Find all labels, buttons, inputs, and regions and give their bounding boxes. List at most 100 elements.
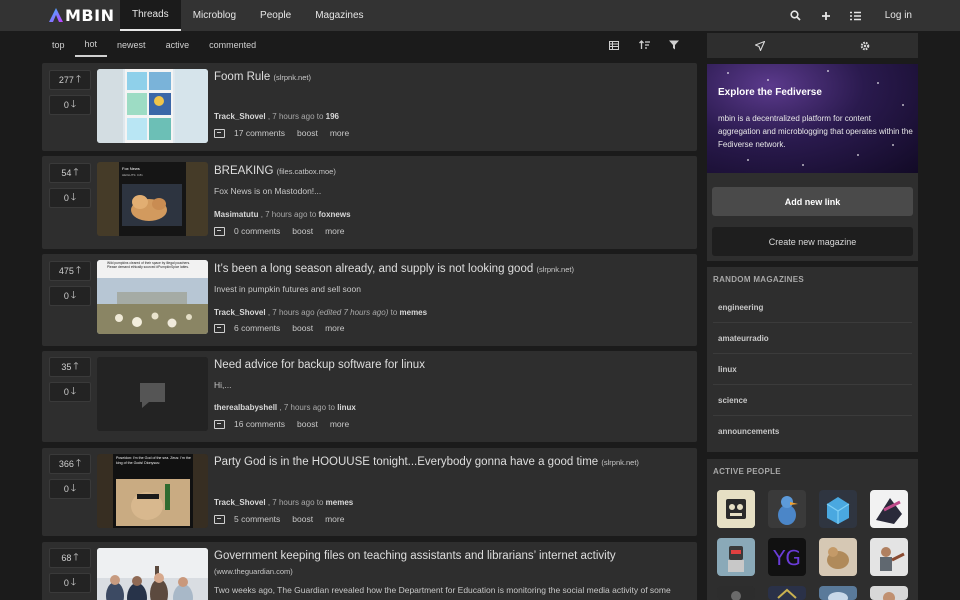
- sidebar-top-bar: [707, 33, 918, 58]
- create-magazine-button[interactable]: Create new magazine: [712, 227, 913, 256]
- post-title[interactable]: Government keeping files on teaching ass…: [214, 550, 616, 562]
- sort-commented[interactable]: commented: [199, 33, 266, 57]
- avatar[interactable]: [870, 490, 908, 528]
- post-thumbnail[interactable]: [97, 357, 208, 431]
- logo[interactable]: MBIN: [48, 5, 114, 25]
- post-title[interactable]: BREAKING (files.catbox.moe): [214, 165, 336, 177]
- login-link[interactable]: Log in: [871, 10, 960, 21]
- comments-link[interactable]: 16 comments: [234, 419, 285, 429]
- boost-button[interactable]: boost: [297, 128, 318, 138]
- magazine-link[interactable]: linux: [713, 354, 912, 385]
- upvote-button[interactable]: 35 🡑: [49, 357, 91, 377]
- post-thumbnail[interactable]: Poseidon: I'm the God of the sea. Zeus: …: [97, 454, 208, 528]
- avatar[interactable]: [768, 586, 806, 600]
- comments-link[interactable]: 17 comments: [234, 128, 285, 138]
- post-title-text[interactable]: Foom Rule: [214, 71, 270, 83]
- post-author[interactable]: therealbabyshell: [214, 403, 277, 412]
- post-title-text[interactable]: Need advice for backup software for linu…: [214, 359, 425, 371]
- post-title-text[interactable]: It’s been a long season already, and sup…: [214, 263, 533, 275]
- view-icon[interactable]: [599, 40, 629, 50]
- downvote-button[interactable]: 0 🡓: [49, 95, 91, 115]
- post-magazine[interactable]: 196: [326, 112, 339, 121]
- search-icon[interactable]: [781, 0, 811, 31]
- avatar[interactable]: [819, 586, 857, 600]
- sort-active[interactable]: active: [156, 33, 200, 57]
- list-icon[interactable]: [841, 0, 871, 31]
- upvote-button[interactable]: 68 🡑: [49, 548, 91, 568]
- send-icon[interactable]: [707, 33, 813, 58]
- post-domain[interactable]: (www.theguardian.com): [214, 567, 293, 576]
- sort-top[interactable]: top: [42, 33, 75, 57]
- post-author[interactable]: Track_Shovel: [214, 112, 266, 121]
- post-title[interactable]: It’s been a long season already, and sup…: [214, 263, 574, 275]
- post-title[interactable]: Party God is in the HOOUUSE tonight...Ev…: [214, 456, 639, 468]
- comments-link[interactable]: 6 comments: [234, 323, 280, 333]
- sort-newest[interactable]: newest: [107, 33, 156, 57]
- more-button[interactable]: more: [325, 226, 344, 236]
- post-domain[interactable]: (files.catbox.moe): [277, 167, 336, 176]
- post-magazine[interactable]: memes: [400, 308, 428, 317]
- plus-icon[interactable]: [811, 0, 841, 31]
- nav-tab-people[interactable]: People: [248, 0, 303, 31]
- post-author[interactable]: Track_Shovel: [214, 308, 266, 317]
- gear-icon[interactable]: [813, 33, 919, 58]
- avatar[interactable]: YG: [768, 538, 806, 576]
- magazine-link[interactable]: announcements: [713, 416, 912, 447]
- post-title[interactable]: Need advice for backup software for linu…: [214, 359, 425, 371]
- boost-button[interactable]: boost: [292, 514, 313, 524]
- post-thumbnail[interactable]: Fox News HEIGHTS: 0.81: [97, 162, 208, 236]
- comments-link[interactable]: 5 comments: [234, 514, 280, 524]
- avatar[interactable]: [819, 490, 857, 528]
- avatar[interactable]: [717, 490, 755, 528]
- post-title-text[interactable]: Party God is in the HOOUUSE tonight...Ev…: [214, 456, 598, 468]
- post-title[interactable]: Foom Rule (slrpnk.net): [214, 71, 311, 83]
- boost-button[interactable]: boost: [292, 226, 313, 236]
- more-button[interactable]: more: [325, 514, 344, 524]
- more-button[interactable]: more: [330, 128, 349, 138]
- upvote-button[interactable]: 475 🡑: [49, 261, 91, 281]
- magazine-link[interactable]: engineering: [713, 292, 912, 323]
- comments-link[interactable]: 0 comments: [234, 226, 280, 236]
- avatar[interactable]: [870, 586, 908, 600]
- avatar[interactable]: [870, 538, 908, 576]
- nav-tab-microblog[interactable]: Microblog: [181, 0, 248, 31]
- magazine-link[interactable]: amateurradio: [713, 323, 912, 354]
- nav-tab-threads[interactable]: Threads: [120, 0, 181, 31]
- magazine-link[interactable]: science: [713, 385, 912, 416]
- post-domain[interactable]: (slrpnk.net): [601, 458, 639, 467]
- post-title-text[interactable]: Government keeping files on teaching ass…: [214, 550, 616, 562]
- post-author[interactable]: Track_Shovel: [214, 498, 266, 507]
- post-thumbnail[interactable]: [97, 548, 208, 600]
- post-magazine[interactable]: memes: [326, 498, 354, 507]
- upvote-button[interactable]: 277 🡑: [49, 70, 91, 90]
- downvote-button[interactable]: 0 🡓: [49, 188, 91, 208]
- avatar[interactable]: [717, 586, 755, 600]
- post-thumbnail[interactable]: Wild pumpkins cleared of their space by …: [97, 260, 208, 334]
- avatar[interactable]: [717, 538, 755, 576]
- more-button[interactable]: more: [325, 323, 344, 333]
- post-author[interactable]: Masimatutu: [214, 210, 258, 219]
- post-thumbnail[interactable]: [97, 69, 208, 143]
- post-title-text[interactable]: BREAKING: [214, 165, 273, 177]
- avatar[interactable]: [819, 538, 857, 576]
- boost-button[interactable]: boost: [292, 323, 313, 333]
- boost-button[interactable]: boost: [297, 419, 318, 429]
- downvote-button[interactable]: 0 🡓: [49, 573, 91, 593]
- downvote-button[interactable]: 0 🡓: [49, 382, 91, 402]
- downvote-count: 0: [63, 578, 69, 588]
- upvote-button[interactable]: 54 🡑: [49, 163, 91, 183]
- downvote-button[interactable]: 0 🡓: [49, 479, 91, 499]
- add-new-link-button[interactable]: Add new link: [712, 187, 913, 216]
- filter-icon[interactable]: [659, 40, 689, 50]
- more-button[interactable]: more: [330, 419, 349, 429]
- avatar[interactable]: [768, 490, 806, 528]
- upvote-button[interactable]: 366 🡑: [49, 454, 91, 474]
- nav-tab-magazines[interactable]: Magazines: [303, 0, 375, 31]
- post-domain[interactable]: (slrpnk.net): [536, 265, 574, 274]
- post-magazine[interactable]: linux: [337, 403, 356, 412]
- post-magazine[interactable]: foxnews: [319, 210, 351, 219]
- sort-hot[interactable]: hot: [74, 33, 108, 57]
- post-domain[interactable]: (slrpnk.net): [273, 73, 311, 82]
- downvote-button[interactable]: 0 🡓: [49, 286, 91, 306]
- sort-icon[interactable]: [629, 40, 659, 50]
